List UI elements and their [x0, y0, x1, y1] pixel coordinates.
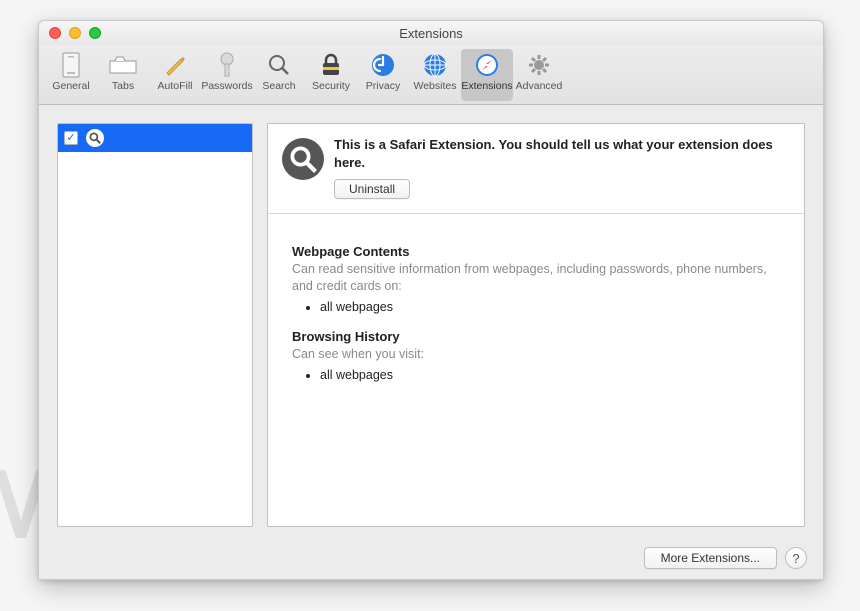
permission-list: all webpages	[292, 367, 784, 383]
extension-large-icon	[282, 138, 324, 180]
permission-description: Can see when you visit:	[292, 346, 784, 363]
passwords-icon	[213, 51, 241, 79]
tab-label: Privacy	[366, 80, 400, 92]
help-button[interactable]: ?	[785, 547, 807, 569]
tab-tabs[interactable]: Tabs	[97, 49, 149, 101]
tab-advanced[interactable]: Advanced	[513, 49, 565, 101]
tab-label: Extensions	[461, 80, 512, 92]
permission-list-item: all webpages	[320, 367, 784, 383]
permission-list: all webpages	[292, 299, 784, 315]
footer: More Extensions... ?	[39, 537, 823, 579]
permission-title: Webpage Contents	[292, 244, 784, 259]
tab-label: Passwords	[201, 80, 252, 92]
websites-icon	[421, 51, 449, 79]
preferences-window: Extensions General Tabs AutoFill Passw	[38, 20, 824, 580]
zoom-window-button[interactable]	[89, 27, 101, 39]
tabs-icon	[109, 51, 137, 79]
permissions-section: Webpage Contents Can read sensitive info…	[268, 214, 804, 526]
content-area: ✓ This is a Safari Extension. You should…	[39, 105, 823, 537]
preferences-toolbar: General Tabs AutoFill Passwords Search	[39, 45, 823, 105]
tab-extensions[interactable]: Extensions	[461, 49, 513, 101]
security-icon	[317, 51, 345, 79]
privacy-icon	[369, 51, 397, 79]
more-extensions-button[interactable]: More Extensions...	[644, 547, 777, 569]
advanced-icon	[525, 51, 553, 79]
general-icon	[57, 51, 85, 79]
autofill-icon	[161, 51, 189, 79]
extension-detail-panel: This is a Safari Extension. You should t…	[267, 123, 805, 527]
titlebar: Extensions	[39, 21, 823, 45]
tab-label: Search	[262, 80, 295, 92]
tab-label: AutoFill	[157, 80, 192, 92]
tab-search[interactable]: Search	[253, 49, 305, 101]
tab-label: General	[52, 80, 89, 92]
tab-websites[interactable]: Websites	[409, 49, 461, 101]
close-window-button[interactable]	[49, 27, 61, 39]
search-icon	[265, 51, 293, 79]
tab-autofill[interactable]: AutoFill	[149, 49, 201, 101]
minimize-window-button[interactable]	[69, 27, 81, 39]
tab-label: Security	[312, 80, 350, 92]
extensions-icon	[473, 51, 501, 79]
tab-label: Websites	[414, 80, 457, 92]
detail-header: This is a Safari Extension. You should t…	[268, 124, 804, 214]
tab-security[interactable]: Security	[305, 49, 357, 101]
extension-list-item[interactable]: ✓	[58, 124, 252, 152]
traffic-lights	[39, 27, 101, 39]
tab-privacy[interactable]: Privacy	[357, 49, 409, 101]
extensions-sidebar: ✓	[57, 123, 253, 527]
extension-enable-checkbox[interactable]: ✓	[64, 131, 78, 145]
permission-list-item: all webpages	[320, 299, 784, 315]
tab-label: Advanced	[516, 80, 563, 92]
extension-description: This is a Safari Extension. You should t…	[334, 136, 790, 171]
window-title: Extensions	[39, 26, 823, 41]
tab-passwords[interactable]: Passwords	[201, 49, 253, 101]
uninstall-button[interactable]: Uninstall	[334, 179, 410, 199]
tab-general[interactable]: General	[45, 49, 97, 101]
extension-item-icon	[86, 129, 104, 147]
permission-title: Browsing History	[292, 329, 784, 344]
tab-label: Tabs	[112, 80, 134, 92]
permission-description: Can read sensitive information from webp…	[292, 261, 784, 295]
